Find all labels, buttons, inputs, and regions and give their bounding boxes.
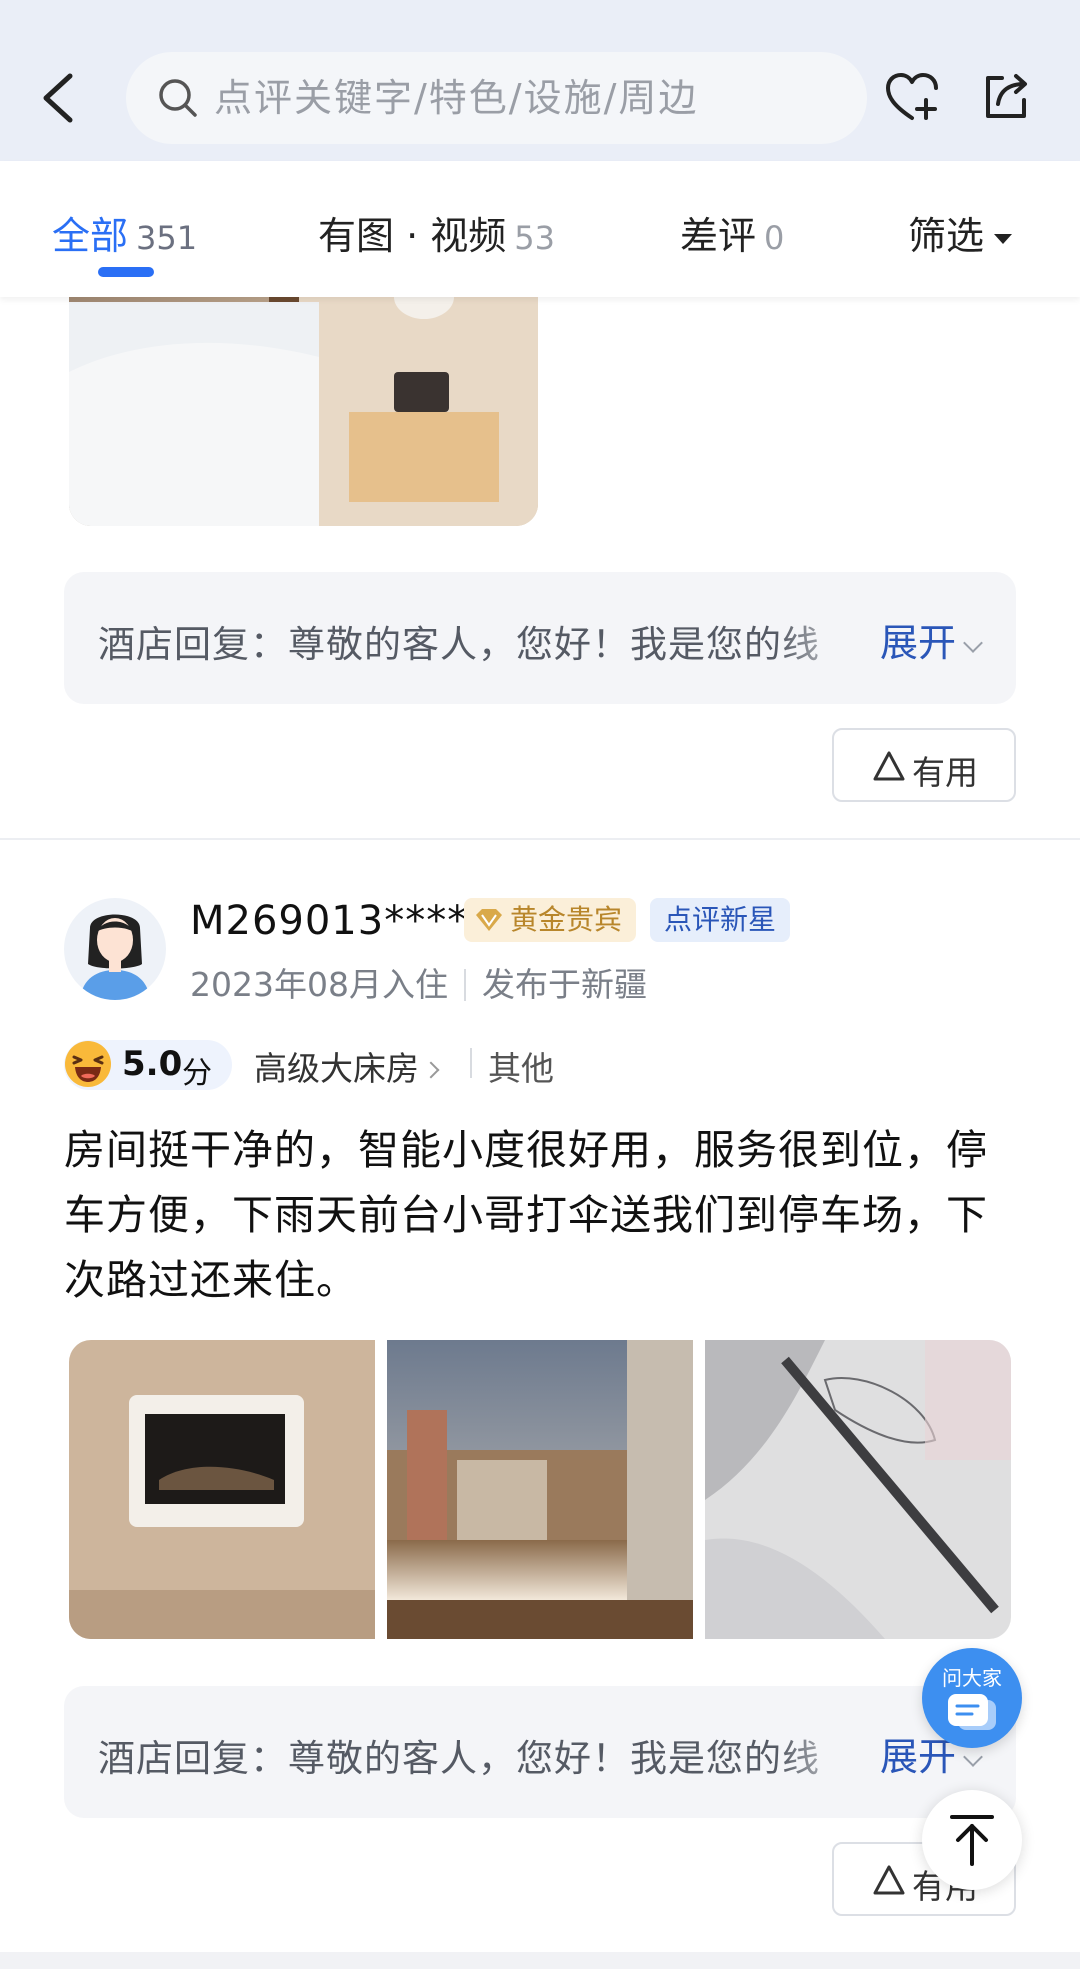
hotel-reply[interactable]: 酒店回复：尊敬的客人，您好！我是您的线 展开 [64,572,1016,704]
separator [470,1048,472,1078]
tab-label: 差评 [680,214,757,258]
publish-location: 发布于新疆 [481,965,647,1004]
tab-filter[interactable]: 筛选 [908,205,1013,260]
tab-photos-videos[interactable]: 有图 · 视频 53 [318,205,555,260]
heart-plus-icon [886,73,938,120]
stay-date: 2023年08月入住 [190,965,448,1004]
smile-icon [65,1041,111,1087]
active-tab-indicator [98,267,154,277]
back-button[interactable] [34,68,84,128]
reply-body: 尊敬的客人，您好！我是您的线 [288,623,820,666]
badge-label: 黄金贵宾 [510,903,623,936]
diamond-icon [476,909,502,931]
expand-label: 展开 [879,621,956,665]
tab-negative[interactable]: 差评 0 [680,205,784,260]
review-divider [0,838,1080,840]
score-value: 5.0 [122,1044,183,1084]
bottom-divider [0,1952,1080,1969]
tab-label: 筛选 [908,214,985,258]
username: M269013**** [190,898,469,944]
review-photo[interactable] [69,262,538,526]
top-bar [0,0,1080,161]
new-star-badge: 点评新星 [650,898,791,942]
ask-label: 问大家 [942,1666,1002,1690]
search-icon [159,79,197,117]
room-type-label: 高级大床房 [254,1049,419,1088]
reply-prefix: 酒店回复： [98,623,288,666]
ask-everyone-button[interactable]: 问大家 [922,1648,1022,1748]
expand-button[interactable]: 展开 [879,612,983,667]
tab-label: 全部 [52,214,129,258]
expand-label: 展开 [879,1735,956,1779]
review-meta: 2023年08月入住 发布于新疆 [190,958,647,1006]
tab-all[interactable]: 全部 351 [52,205,197,260]
reply-body: 尊敬的客人，您好！我是您的线 [288,1737,820,1780]
hotel-reply[interactable]: 酒店回复：尊敬的客人，您好！我是您的线 展开 [64,1686,1016,1818]
chevron-right-icon [422,1061,440,1079]
back-to-top-icon [950,1815,994,1866]
chevron-down-icon [963,1747,983,1767]
tab-count: 53 [514,219,555,257]
score-badge: 5.0 分 [64,1040,232,1091]
reply-prefix: 酒店回复： [98,1737,288,1780]
share-button[interactable] [978,68,1034,124]
chevron-down-icon [963,633,983,653]
review-photo[interactable] [69,1340,375,1639]
dropdown-arrow-icon [994,233,1013,244]
review-tabs: 全部 351 有图 · 视频 53 差评 0 筛选 [0,161,1080,297]
search-input[interactable] [214,52,834,144]
triangle-icon [873,751,905,781]
reply-text: 酒店回复：尊敬的客人，您好！我是您的线 [98,614,878,668]
useful-button[interactable]: 有用 [832,728,1016,802]
review-text: 房间挺干净的，智能小度很好用，服务很到位，停车方便，下雨天前台小哥打伞送我们到停… [64,1126,988,1304]
room-type-link[interactable]: 高级大床房 [254,1042,440,1090]
triangle-icon [873,1865,905,1895]
avatar[interactable] [64,898,166,1000]
reply-text: 酒店回复：尊敬的客人，您好！我是您的线 [98,1728,878,1782]
tab-count: 0 [764,219,785,257]
chat-icon [948,1694,996,1730]
tab-count: 351 [136,219,198,257]
useful-label: 有用 [912,753,978,792]
review-photo[interactable] [705,1340,1011,1639]
tab-label: 有图 · 视频 [318,214,507,258]
meta-separator [463,969,466,1001]
back-icon [43,73,73,123]
trip-type: 其他 [488,1049,554,1088]
favorite-button[interactable] [884,70,940,126]
back-to-top-button[interactable] [922,1790,1022,1890]
gold-member-badge: 黄金贵宾 [464,898,637,942]
search-bar[interactable] [126,52,867,144]
score-unit: 分 [182,1056,212,1091]
review-photo[interactable] [387,1340,693,1639]
share-icon [986,74,1027,118]
